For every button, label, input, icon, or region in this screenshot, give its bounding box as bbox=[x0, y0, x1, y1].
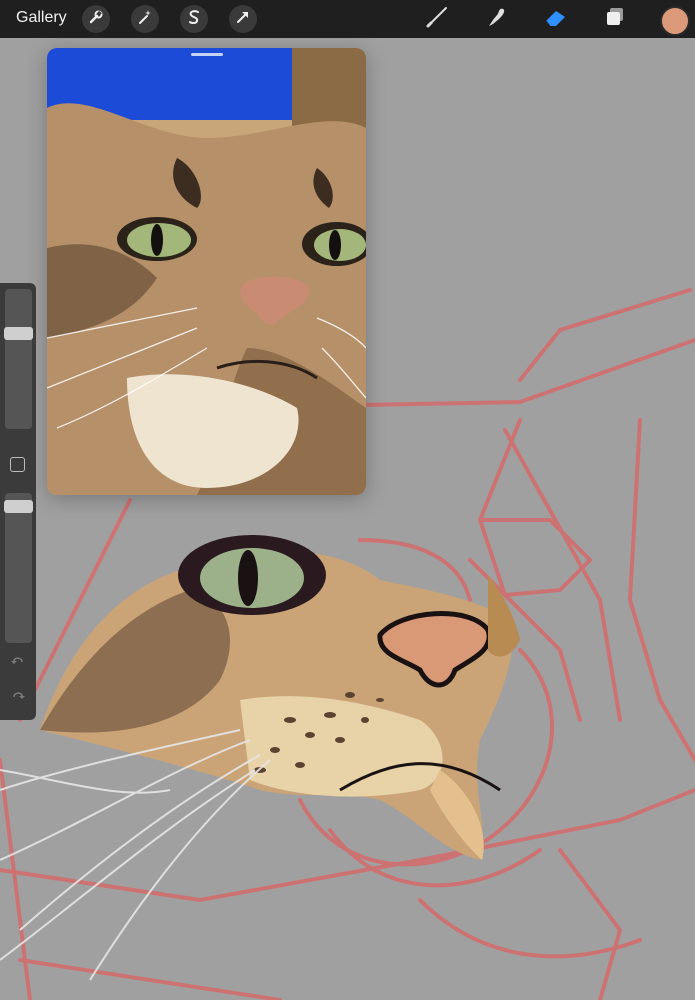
actions-button[interactable] bbox=[82, 5, 110, 33]
brush-size-thumb[interactable] bbox=[4, 327, 33, 340]
undo-button[interactable] bbox=[8, 653, 28, 673]
smudge-button[interactable] bbox=[481, 5, 511, 33]
modify-button[interactable] bbox=[10, 457, 25, 472]
reference-photo bbox=[47, 48, 366, 495]
top-toolbar: Gallery bbox=[0, 0, 695, 38]
brush-button[interactable] bbox=[422, 5, 452, 33]
color-swatch[interactable] bbox=[660, 6, 690, 36]
adjustments-button[interactable] bbox=[131, 5, 159, 33]
selection-button[interactable] bbox=[180, 5, 208, 33]
smudge-icon bbox=[484, 5, 508, 34]
redo-icon bbox=[10, 691, 26, 708]
magic-wand-icon bbox=[137, 9, 153, 30]
eraser-icon bbox=[543, 5, 569, 34]
cat-painting bbox=[40, 535, 520, 860]
undo-icon bbox=[10, 656, 26, 673]
selection-s-icon bbox=[186, 9, 202, 30]
reference-window[interactable] bbox=[47, 48, 366, 495]
drawing-canvas[interactable] bbox=[0, 38, 695, 1000]
wrench-icon bbox=[88, 9, 104, 30]
reference-drag-handle[interactable] bbox=[191, 53, 223, 56]
redo-button[interactable] bbox=[8, 688, 28, 708]
brush-opacity-thumb[interactable] bbox=[4, 500, 33, 513]
layers-icon bbox=[603, 5, 627, 34]
eraser-button[interactable] bbox=[541, 5, 571, 33]
brush-opacity-slider[interactable] bbox=[4, 493, 33, 643]
transform-arrow-icon bbox=[235, 9, 251, 30]
brush-size-slider[interactable] bbox=[4, 289, 33, 429]
layers-button[interactable] bbox=[600, 5, 630, 33]
brush-icon bbox=[424, 5, 450, 34]
brush-sidebar bbox=[0, 283, 36, 720]
transform-button[interactable] bbox=[229, 5, 257, 33]
gallery-button[interactable]: Gallery bbox=[16, 9, 67, 27]
